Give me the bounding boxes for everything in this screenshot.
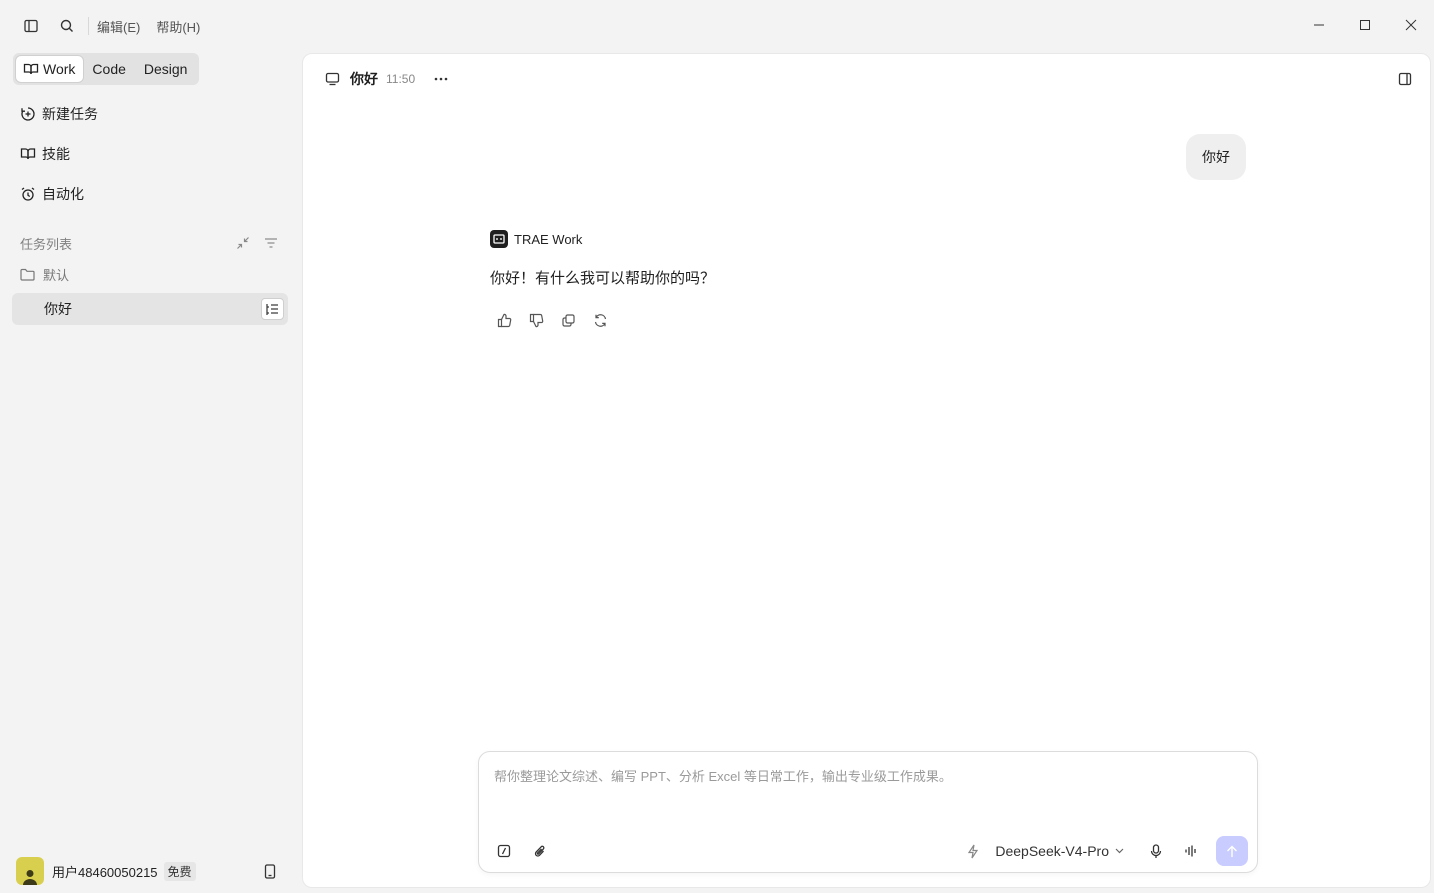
user-bar: 用户48460050215 免费 — [16, 857, 288, 885]
chat-monitor-icon — [325, 72, 340, 86]
folder-label: 默认 — [43, 268, 70, 283]
more-options-icon[interactable] — [429, 69, 453, 89]
maximize-icon[interactable] — [1342, 0, 1388, 50]
title-bar: 编辑(E) 帮助(H) — [0, 0, 1434, 52]
user-message: 你好 — [1186, 134, 1246, 180]
mode-tabs: Work Code Design — [13, 53, 200, 85]
copy-icon[interactable] — [558, 310, 578, 330]
filter-icon[interactable] — [260, 232, 282, 254]
chat-panel: 你好 11:50 你好 TRAE Work 你好！有什么我可以帮助你的吗？ 帮你… — [302, 53, 1431, 888]
task-item[interactable]: 你好 — [12, 293, 288, 325]
search-icon[interactable] — [56, 15, 78, 37]
toggle-sidebar-icon[interactable] — [20, 15, 42, 37]
microphone-icon[interactable] — [1146, 841, 1166, 861]
avatar[interactable] — [16, 857, 44, 885]
alarm-clock-icon — [21, 187, 35, 201]
model-selector[interactable]: DeepSeek-V4-Pro — [995, 843, 1124, 859]
user-message-text: 你好 — [1202, 149, 1230, 165]
sidebar-item-label: 技能 — [42, 146, 70, 162]
slash-command-icon[interactable] — [494, 841, 514, 861]
toggle-right-panel-icon[interactable] — [1394, 68, 1416, 90]
message-composer: DeepSeek-V4-Pro — [478, 751, 1258, 873]
lightning-icon[interactable] — [963, 841, 983, 861]
minimize-icon[interactable] — [1296, 0, 1342, 50]
thumbs-up-icon[interactable] — [494, 310, 514, 330]
close-icon[interactable] — [1388, 0, 1434, 50]
sidebar-item-automation[interactable]: 自动化 — [14, 179, 288, 209]
trae-logo-icon — [490, 230, 508, 248]
assistant-message: 你好！有什么我可以帮助你的吗？ — [490, 270, 716, 287]
sidebar-item-label: 新建任务 — [42, 106, 98, 122]
task-list-header: 任务列表 — [20, 232, 282, 254]
sidebar-nav: 新建任务 技能 自动化 — [14, 99, 288, 219]
sidebar-item-label: 自动化 — [42, 186, 84, 202]
send-button[interactable] — [1216, 836, 1248, 866]
menu-help[interactable]: 帮助(H) — [156, 17, 200, 36]
conversation-time: 11:50 — [386, 72, 416, 86]
tab-work-label: Work — [43, 61, 76, 77]
title-divider — [88, 17, 89, 35]
collapse-icon[interactable] — [232, 232, 254, 254]
folder-default[interactable]: 默认 — [20, 265, 69, 284]
task-list-title: 任务列表 — [20, 236, 73, 252]
new-task-icon — [21, 107, 35, 121]
message-actions — [494, 310, 622, 330]
book-icon — [23, 62, 39, 76]
assistant-header: TRAE Work — [490, 230, 582, 248]
menu-edit[interactable]: 编辑(E) — [97, 17, 140, 36]
message-input[interactable] — [494, 769, 1234, 784]
chevron-down-icon — [1115, 848, 1124, 854]
folder-icon — [20, 268, 35, 281]
thumbs-down-icon[interactable] — [526, 310, 546, 330]
tab-design-label: Design — [143, 61, 188, 77]
sidebar: Work Code Design 新建任务 技能 自动化 任务列表 默认 你好 — [0, 52, 302, 893]
regenerate-icon[interactable] — [590, 310, 610, 330]
tab-code[interactable]: Code — [83, 56, 134, 82]
task-item-label: 你好 — [44, 301, 72, 317]
conversation-title: 你好 — [350, 71, 378, 87]
voice-wave-icon[interactable] — [1181, 841, 1201, 861]
plan-badge: 免费 — [163, 861, 196, 881]
username: 用户48460050215 — [52, 864, 158, 880]
mobile-phone-icon[interactable] — [260, 861, 280, 881]
sidebar-item-new-task[interactable]: 新建任务 — [14, 99, 288, 129]
arrow-up-icon — [1227, 845, 1237, 857]
tab-work[interactable]: Work — [16, 56, 84, 82]
chat-header: 你好 11:50 — [325, 69, 453, 89]
tab-design[interactable]: Design — [135, 56, 197, 82]
task-list-icon[interactable] — [261, 298, 284, 320]
tab-code-label: Code — [92, 61, 126, 77]
skills-book-icon — [20, 148, 36, 160]
sidebar-item-skills[interactable]: 技能 — [14, 139, 288, 169]
model-name: DeepSeek-V4-Pro — [995, 843, 1109, 859]
attachment-icon[interactable] — [530, 841, 550, 861]
assistant-name: TRAE Work — [514, 231, 583, 247]
